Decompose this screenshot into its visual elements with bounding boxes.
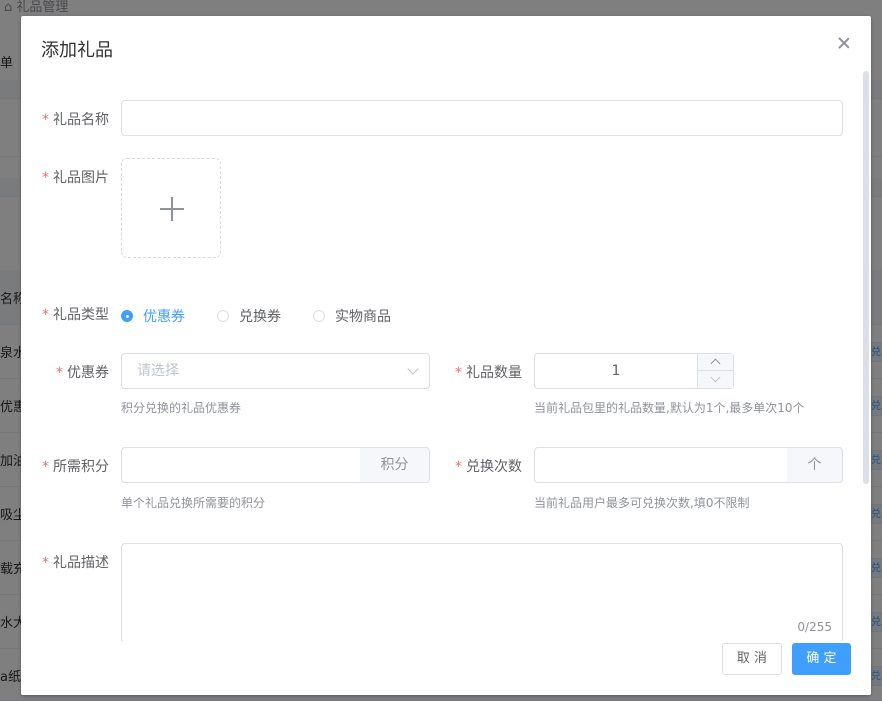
- confirm-button[interactable]: 确 定: [792, 643, 851, 675]
- redeem-times-help: 当前礼品用户最多可兑换次数,填0不限制: [534, 496, 750, 510]
- quantity-label: * 礼品数量: [455, 365, 522, 381]
- description-label: * 礼品描述: [42, 555, 109, 571]
- coupon-select-placeholder: 请选择: [137, 363, 179, 379]
- redeem-times-label: * 兑换次数: [455, 459, 522, 475]
- quantity-help: 当前礼品包里的礼品数量,默认为1个,最多单次10个: [534, 401, 805, 415]
- points-input[interactable]: [121, 447, 361, 483]
- chevron-down-icon: [710, 372, 721, 383]
- coupon-help: 积分兑换的礼品优惠券: [121, 401, 242, 415]
- gift-type-label: * 礼品类型: [42, 307, 109, 323]
- gift-image-label: * 礼品图片: [42, 170, 109, 186]
- plus-icon: [160, 197, 184, 221]
- quantity-stepper[interactable]: 1: [534, 353, 734, 389]
- chevron-down-icon: [407, 363, 419, 375]
- dialog-title: 添加礼品: [41, 40, 113, 61]
- description-textarea[interactable]: 0/255: [121, 543, 843, 643]
- points-help: 单个礼品兑换所需要的积分: [121, 496, 266, 510]
- chevron-up-icon: [710, 358, 721, 369]
- radio-unchecked-icon: [217, 310, 229, 322]
- radio-physical-goods[interactable]: 实物商品: [313, 306, 391, 326]
- radio-coupon[interactable]: 优惠券: [121, 306, 185, 326]
- coupon-select[interactable]: 请选择: [121, 353, 430, 389]
- redeem-times-unit: 个: [787, 447, 843, 483]
- radio-checked-icon: [121, 310, 133, 322]
- radio-unchecked-icon: [313, 310, 325, 322]
- radio-exchange-voucher[interactable]: 兑换券: [217, 306, 281, 326]
- close-icon[interactable]: [837, 36, 851, 50]
- quantity-value[interactable]: 1: [535, 354, 697, 388]
- coupon-label: * 优惠券: [56, 365, 109, 381]
- gift-name-label: * 礼品名称: [42, 112, 109, 128]
- points-label: * 所需积分: [42, 459, 109, 475]
- decrease-button[interactable]: [697, 371, 733, 388]
- image-upload-button[interactable]: [121, 158, 221, 258]
- add-gift-dialog: 添加礼品 * 礼品名称 * 礼品图片 * 礼品类型 优惠券 兑换券 实物商品 * 优惠券…: [21, 16, 871, 695]
- points-unit: 积分: [360, 447, 430, 483]
- redeem-times-input[interactable]: [534, 447, 788, 483]
- character-counter: 0/255: [797, 620, 832, 634]
- increase-button[interactable]: [697, 354, 733, 371]
- scrollbar[interactable]: [863, 71, 869, 484]
- gift-name-input[interactable]: [121, 100, 843, 136]
- cancel-button[interactable]: 取 消: [722, 643, 782, 675]
